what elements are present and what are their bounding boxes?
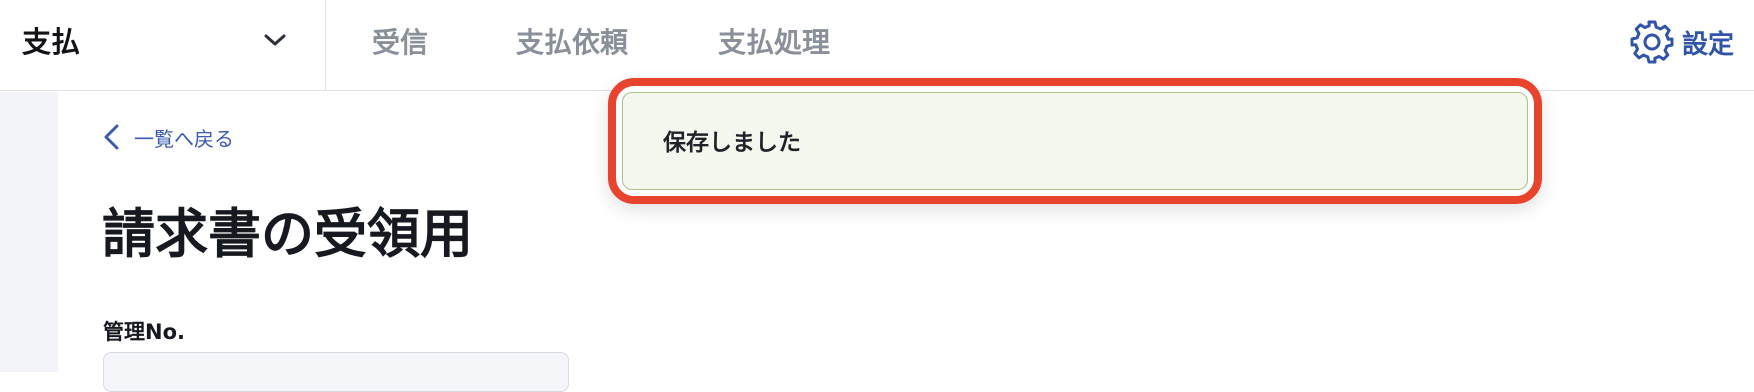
management-number-label: 管理No. — [103, 320, 185, 344]
settings-button[interactable]: 設定 — [1628, 18, 1734, 66]
gear-icon — [1630, 20, 1674, 64]
toast-message: 保存しました — [663, 130, 801, 156]
settings-label: 設定 — [1682, 29, 1735, 60]
save-success-toast: 保存しました — [622, 92, 1528, 190]
back-to-list-link[interactable]: 一覧へ戻る — [100, 122, 234, 152]
app-switcher[interactable]: 支払 — [0, 0, 326, 90]
chevron-down-icon[interactable] — [262, 30, 288, 50]
tab-payment-processing[interactable]: 支払処理 — [718, 24, 830, 62]
app-name: 支払 — [22, 25, 81, 59]
tab-payment-request[interactable]: 支払依頼 — [516, 24, 628, 62]
left-sidebar-strip — [0, 92, 58, 372]
tab-received[interactable]: 受信 — [372, 24, 428, 62]
chevron-left-icon — [104, 124, 119, 150]
page-title: 請求書の受領用 — [102, 204, 473, 265]
highlight-frame: 保存しました — [608, 78, 1542, 204]
management-number-input[interactable] — [103, 352, 569, 392]
back-link-label: 一覧へ戻る — [134, 126, 234, 151]
